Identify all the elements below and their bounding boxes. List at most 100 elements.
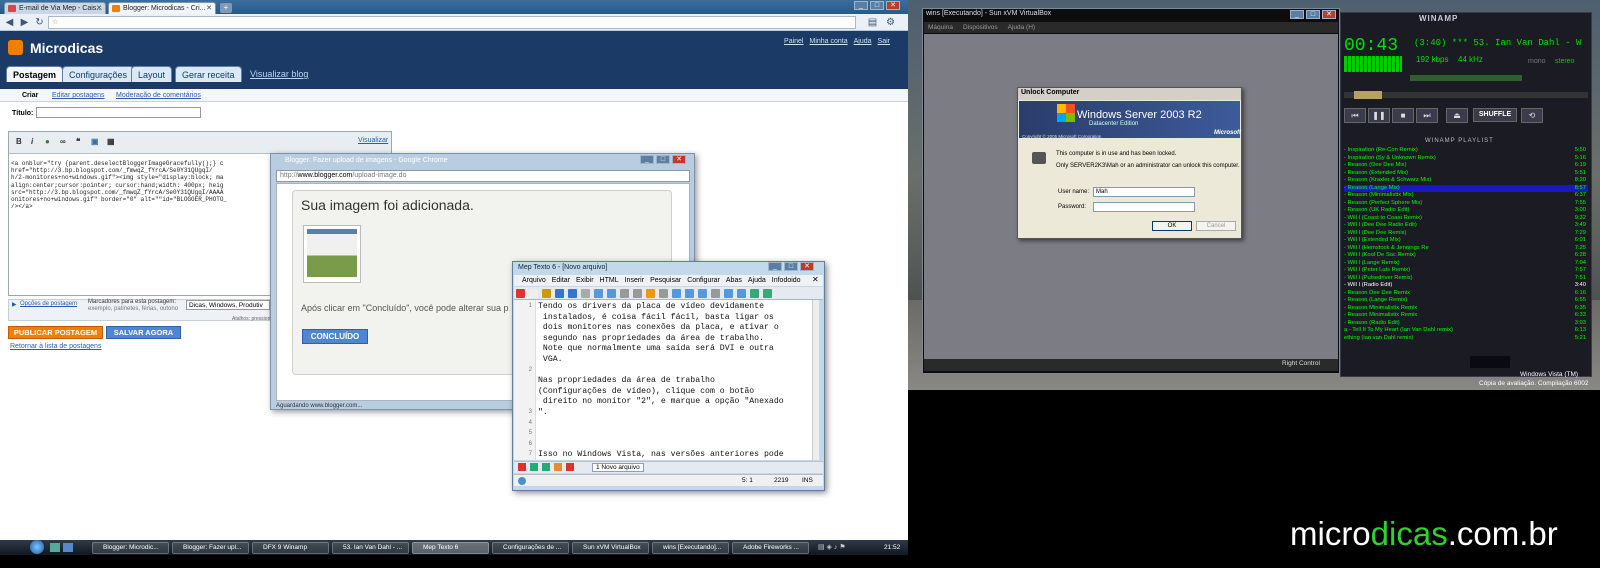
blank-icon[interactable] xyxy=(529,289,538,298)
reload-icon[interactable]: ↻ xyxy=(33,16,46,29)
blogger-logo-icon[interactable] xyxy=(8,40,23,55)
wrench-icon[interactable]: ⚙ xyxy=(884,16,897,29)
playlist-row[interactable]: - Reason Dee Dee Remix 6:16 xyxy=(1344,290,1588,298)
back-icon[interactable]: ◀ xyxy=(3,16,16,29)
link-visualizar-blog[interactable]: Visualizar blog xyxy=(244,66,314,82)
undo-icon[interactable] xyxy=(594,289,603,298)
browser-icon[interactable] xyxy=(724,289,733,298)
ok-button[interactable]: OK xyxy=(1152,221,1192,231)
minimize-icon[interactable]: _ xyxy=(768,262,782,271)
publish-button[interactable]: PUBLICAR POSTAGEM xyxy=(8,326,103,339)
playlist-row[interactable]: - Reason (Perfect Sphere Mix) 7:55 xyxy=(1344,200,1588,208)
open-icon[interactable] xyxy=(542,289,551,298)
taskbar-button[interactable]: Mep Texto 6 xyxy=(412,542,489,554)
minimize-icon[interactable]: _ xyxy=(1290,10,1304,19)
cut-icon[interactable] xyxy=(620,289,629,298)
close-icon[interactable]: ✕ xyxy=(96,3,102,14)
playlist-row[interactable]: - Reason Minimalistix Remix 6:35 xyxy=(1344,305,1588,313)
zoom-icon[interactable] xyxy=(685,289,694,298)
new-tab-button[interactable]: + xyxy=(220,3,232,13)
subnav-moderacao[interactable]: Moderação de comentários xyxy=(116,92,201,99)
tab-postagem[interactable]: Postagem xyxy=(6,66,64,82)
save-all-icon[interactable] xyxy=(568,289,577,298)
tray-icons[interactable]: ▤ ◈ ♪ ⚑ xyxy=(818,543,878,553)
previous-icon[interactable]: ⏮ xyxy=(1344,108,1366,123)
maximize-icon[interactable]: □ xyxy=(784,262,798,271)
playlist-row[interactable]: - Inspiration (Re-Con Remix) 5:50 xyxy=(1344,147,1588,155)
prev-tab-icon[interactable] xyxy=(530,463,538,471)
next-icon[interactable]: ⏭ xyxy=(1416,108,1438,123)
post-title-input[interactable] xyxy=(36,107,201,118)
playlist-row[interactable]: - Reason (Lange Remix) 6:55 xyxy=(1344,297,1588,305)
italic-icon[interactable]: i xyxy=(31,137,33,146)
playlist-row[interactable]: - Inspiration (Sy & Unknown Remix) 5:16 xyxy=(1344,155,1588,163)
shuffle-button[interactable]: SHUFFLE xyxy=(1473,108,1517,122)
quote-icon[interactable]: ❝ xyxy=(76,137,80,146)
subnav-editar[interactable]: Editar postagens xyxy=(52,92,105,99)
link-icon[interactable]: ∞ xyxy=(60,137,66,146)
stop-icon[interactable] xyxy=(566,463,574,471)
menu-inserir[interactable]: Inserir xyxy=(625,275,644,286)
menu-exibir[interactable]: Exibir xyxy=(576,275,594,286)
done-button[interactable]: CONCLUÍDO xyxy=(302,329,368,344)
tab-email[interactable]: E-mail de Via Mep - Cais... ✕ xyxy=(4,2,106,14)
html-icon[interactable] xyxy=(750,289,759,298)
switch-windows-icon[interactable] xyxy=(63,543,73,552)
link-minha-conta[interactable]: Minha conta xyxy=(810,38,848,45)
stop-icon[interactable]: ■ xyxy=(1392,108,1414,123)
playlist-row[interactable]: - Reason (Radio Edit) 3:03 xyxy=(1344,320,1588,328)
close-document-icon[interactable]: ✕ xyxy=(812,275,819,284)
html-code[interactable]: <a onblur="try {parent.deselectBloggerIm… xyxy=(11,160,271,280)
playlist-row[interactable]: - Will I (Lange Remix) 7:04 xyxy=(1344,260,1588,268)
tab-blogger[interactable]: Blogger: Microdicas - Cri... ✕ xyxy=(108,2,216,14)
tab-layout[interactable]: Layout xyxy=(131,66,173,82)
playback-time[interactable]: 00:43 xyxy=(1344,36,1398,56)
replace-icon[interactable] xyxy=(672,289,681,298)
subnav-criar[interactable]: Criar xyxy=(22,92,38,99)
playlist-row[interactable]: - Reason (Dee Dee Mix) 6:19 xyxy=(1344,162,1588,170)
playlist-row[interactable]: - Will I (Radio Edit) 3:40 xyxy=(1344,282,1588,290)
help-icon[interactable] xyxy=(737,289,746,298)
start-button[interactable] xyxy=(30,540,44,554)
taskbar-button[interactable]: Blogger: Microdic... xyxy=(92,542,169,554)
playlist-row[interactable]: - Will I (Hemstock & Jennings Re 7:25 xyxy=(1344,245,1588,253)
star-icon[interactable]: ☆ xyxy=(52,17,58,28)
taskbar-button[interactable]: Adobe Fireworks ... xyxy=(732,542,809,554)
rss-icon[interactable] xyxy=(554,463,562,471)
taskbar-button[interactable]: DFX 9 Winamp xyxy=(252,542,329,554)
vertical-scrollbar[interactable] xyxy=(812,300,819,460)
preview-link[interactable]: Visualizar xyxy=(358,137,388,144)
next-tab-icon[interactable] xyxy=(542,463,550,471)
taskbar-button[interactable]: Configurações de ... xyxy=(492,542,569,554)
spectrum-visualizer[interactable] xyxy=(1344,56,1402,72)
tab-gerar-receita[interactable]: Gerar receita xyxy=(175,66,242,82)
back-to-posts-link[interactable]: Retornar à lista de postagens xyxy=(10,343,101,350)
page-menu-icon[interactable]: ▤ xyxy=(866,16,879,29)
labels-input[interactable]: Dicas, Windows, Produtiv xyxy=(186,300,270,310)
new-icon[interactable] xyxy=(516,289,525,298)
maximize-icon[interactable]: □ xyxy=(656,155,670,164)
find-icon[interactable] xyxy=(659,289,668,298)
password-input[interactable] xyxy=(1093,202,1195,212)
forward-icon[interactable]: ▶ xyxy=(18,16,31,29)
save-now-button[interactable]: SALVAR AGORA xyxy=(106,326,181,339)
menu-arquivo[interactable]: Arquivo xyxy=(522,275,546,286)
cancel-button[interactable]: Cancel xyxy=(1196,221,1236,231)
settings-icon[interactable] xyxy=(711,289,720,298)
playlist-row[interactable]: - Will I (Pulsedriver Remix) 7:51 xyxy=(1344,275,1588,283)
spell-icon[interactable] xyxy=(698,289,707,298)
close-icon[interactable]: ✕ xyxy=(206,3,212,14)
playlist-row[interactable]: - Reason (Minimalistix Mix) 6:37 xyxy=(1344,192,1588,200)
playlist-row[interactable]: - Will I (Kool De Sac Remix) 6:28 xyxy=(1344,252,1588,260)
repeat-icon[interactable]: ⟲ xyxy=(1521,108,1543,123)
seek-bar[interactable] xyxy=(1344,91,1588,99)
playlist-row[interactable]: - Will I (Extended Mix) 6:01 xyxy=(1344,237,1588,245)
print-icon[interactable] xyxy=(581,289,590,298)
eject-icon[interactable]: ⏏ xyxy=(1446,108,1468,123)
playlist-row[interactable]: - Will I (Peter Luts Remix) 7:57 xyxy=(1344,267,1588,275)
menu-html[interactable]: HTML xyxy=(600,275,619,286)
minimize-icon[interactable]: _ xyxy=(640,155,654,164)
expand-icon[interactable]: ▶ xyxy=(12,301,17,308)
show-desktop-icon[interactable] xyxy=(50,543,60,552)
menu-configurar[interactable]: Configurar xyxy=(687,275,720,286)
